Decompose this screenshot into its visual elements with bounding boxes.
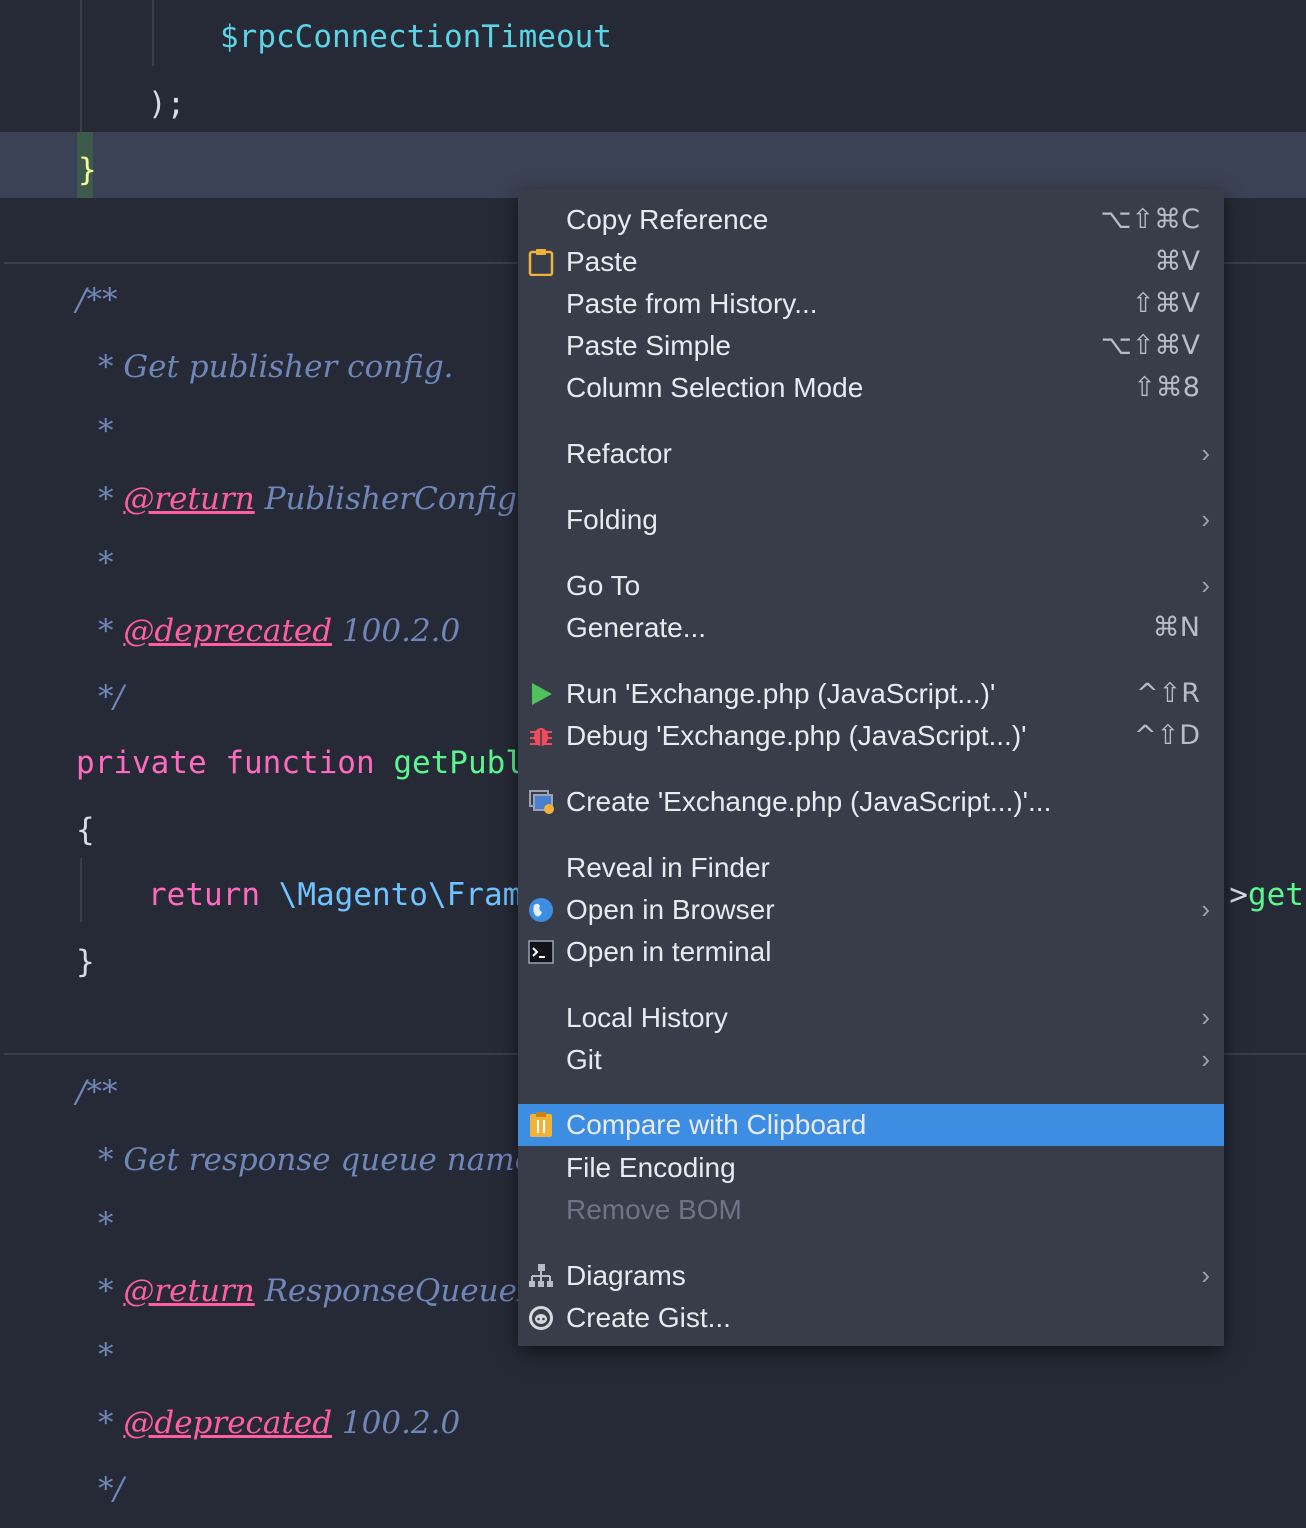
indent-guide [80,0,82,132]
compare-clipboard-icon [528,1111,554,1139]
menu-item-open-in-terminal[interactable]: Open in terminal [518,931,1224,973]
menu-item-reveal-in-finder[interactable]: Reveal in Finder [518,847,1224,889]
context-menu: Copy Reference ⌥⇧⌘C Paste ⌘V Paste from … [518,189,1224,1346]
chevron-right-icon: › [1201,1002,1210,1032]
doc-description: * Get response queue name. [98,1142,543,1178]
menu-item-copy-reference[interactable]: Copy Reference ⌥⇧⌘C [518,199,1224,241]
doc-deprecated-line: * @deprecated 100.2.0 [98,1405,461,1441]
menu-item-generate[interactable]: Generate... ⌘N [518,607,1224,649]
doc-open: /** [76,1074,118,1110]
run-config-icon [528,788,554,816]
chevron-right-icon: › [1201,570,1210,600]
return-type: PublisherConfig [264,481,517,517]
function-close-brace: } [76,944,95,980]
menu-item-column-selection-mode[interactable]: Column Selection Mode ⇧⌘8 [518,367,1224,409]
shortcut: ⌥⇧⌘V [1100,330,1200,361]
menu-item-local-history[interactable]: Local History › [518,997,1224,1039]
menu-item-refactor[interactable]: Refactor › [518,433,1224,475]
menu-item-folding[interactable]: Folding › [518,499,1224,541]
clipboard-icon [528,248,554,277]
globe-icon [528,896,554,924]
deprecated-version: 100.2.0 [341,613,461,649]
doc-star: * [98,413,114,449]
indent-guide [80,858,82,922]
code-close-paren: ); [148,86,186,122]
menu-item-paste-simple[interactable]: Paste Simple ⌥⇧⌘V [518,325,1224,367]
menu-item-file-encoding[interactable]: File Encoding [518,1147,1224,1189]
indent-guide [152,0,154,66]
doc-close: */ [98,1471,124,1507]
menu-item-go-to[interactable]: Go To › [518,565,1224,607]
menu-item-paste-from-history[interactable]: Paste from History... ⇧⌘V [518,283,1224,325]
terminal-icon [528,938,554,966]
menu-item-git[interactable]: Git › [518,1039,1224,1081]
shortcut: ^⇧R [1135,678,1200,709]
doc-return-line: * @return PublisherConfig [98,481,517,517]
diagram-icon [528,1262,554,1290]
doc-star: * [98,1337,114,1373]
return-tag: @return [123,481,255,517]
chevron-right-icon: › [1201,438,1210,468]
menu-item-create-run-config[interactable]: Create 'Exchange.php (JavaScript...)'... [518,781,1224,823]
github-icon [528,1304,554,1332]
menu-item-open-in-browser[interactable]: Open in Browser › [518,889,1224,931]
doc-description: * Get publisher config. [98,349,454,385]
chevron-right-icon: › [1201,894,1210,924]
function-open-brace: { [76,812,95,848]
shortcut: ⇧⌘8 [1133,372,1200,403]
code-close-brace: } [78,152,97,188]
shortcut: ⌥⇧⌘C [1100,204,1200,235]
doc-star: * [98,545,114,581]
chevron-right-icon: › [1201,1044,1210,1074]
menu-item-create-gist[interactable]: Create Gist... [518,1297,1224,1339]
menu-item-run[interactable]: Run 'Exchange.php (JavaScript...)' ^⇧R [518,673,1224,715]
chevron-right-icon: › [1201,1260,1210,1290]
deprecated-tag: @deprecated [123,613,333,649]
menu-item-paste[interactable]: Paste ⌘V [518,241,1224,283]
shortcut: ^⇧D [1133,720,1200,751]
shortcut: ⇧⌘V [1131,288,1200,319]
shortcut: ⌘N [1152,612,1200,643]
menu-item-compare-with-clipboard[interactable]: Compare with Clipboard [518,1104,1224,1146]
chevron-right-icon: › [1201,504,1210,534]
doc-open: /** [76,282,118,318]
doc-star: * [98,1206,114,1242]
menu-item-debug[interactable]: Debug 'Exchange.php (JavaScript...)' ^⇧D [518,715,1224,757]
menu-item-remove-bom: Remove BOM [566,1194,742,1225]
code-variable: $rpcConnectionTimeout [220,19,612,55]
doc-close: */ [98,679,124,715]
doc-deprecated-line: * @deprecated 100.2.0 [98,613,461,649]
debug-bug-icon [528,722,554,750]
run-icon [528,680,554,708]
menu-item-diagrams[interactable]: Diagrams › [518,1255,1224,1297]
shortcut: ⌘V [1154,246,1200,277]
